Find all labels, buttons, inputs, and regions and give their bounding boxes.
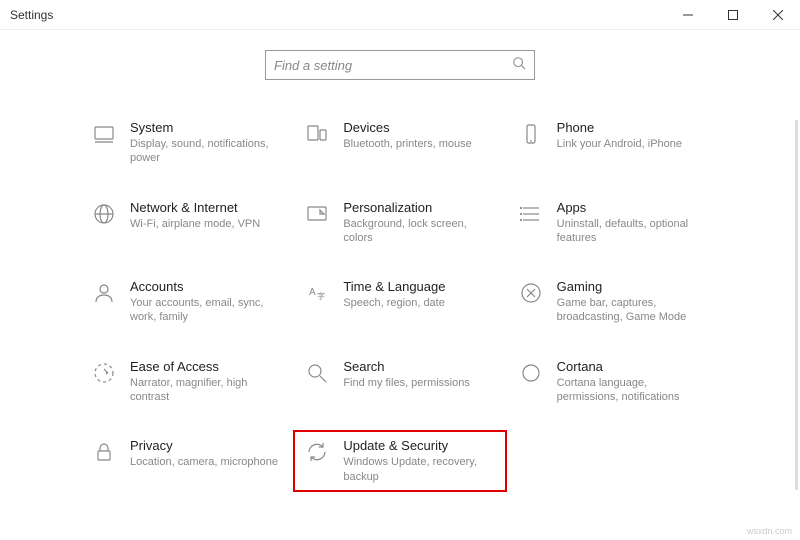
network-icon [90, 200, 118, 228]
tile-privacy[interactable]: Privacy Location, camera, microphone [90, 438, 283, 484]
tile-ease-of-access[interactable]: Ease of Access Narrator, magnifier, high… [90, 359, 283, 405]
tile-cortana[interactable]: Cortana Cortana language, permissions, n… [517, 359, 710, 405]
tile-title: Ease of Access [130, 359, 280, 374]
apps-icon [517, 200, 545, 228]
scrollbar[interactable] [795, 120, 798, 490]
privacy-icon [90, 438, 118, 466]
watermark: wsxdn.com [747, 526, 792, 536]
window-title: Settings [10, 8, 53, 22]
tile-title: Personalization [343, 200, 493, 215]
title-bar: Settings [0, 0, 800, 30]
ease-of-access-icon [90, 359, 118, 387]
tile-title: Cortana [557, 359, 707, 374]
settings-grid: System Display, sound, notifications, po… [0, 120, 800, 484]
tile-desc: Narrator, magnifier, high contrast [130, 376, 280, 405]
tile-desc: Bluetooth, printers, mouse [343, 137, 471, 151]
tile-personalization[interactable]: Personalization Background, lock screen,… [303, 200, 496, 246]
tile-desc: Cortana language, permissions, notificat… [557, 376, 707, 405]
accounts-icon [90, 279, 118, 307]
close-icon [773, 10, 783, 20]
tile-desc: Wi-Fi, airplane mode, VPN [130, 217, 260, 231]
close-button[interactable] [755, 0, 800, 30]
search-box[interactable] [265, 50, 535, 80]
tile-title: Privacy [130, 438, 278, 453]
tile-title: Accounts [130, 279, 280, 294]
tile-system[interactable]: System Display, sound, notifications, po… [90, 120, 283, 166]
tile-title: Update & Security [343, 438, 493, 453]
tile-accounts[interactable]: Accounts Your accounts, email, sync, wor… [90, 279, 283, 325]
tile-desc: Link your Android, iPhone [557, 137, 682, 151]
tile-title: Devices [343, 120, 471, 135]
phone-icon [517, 120, 545, 148]
system-icon [90, 120, 118, 148]
tile-title: Gaming [557, 279, 707, 294]
devices-icon [303, 120, 331, 148]
tile-desc: Location, camera, microphone [130, 455, 278, 469]
tile-time-language[interactable]: A字 Time & Language Speech, region, date [303, 279, 496, 325]
maximize-button[interactable] [710, 0, 755, 30]
tile-gaming[interactable]: Gaming Game bar, captures, broadcasting,… [517, 279, 710, 325]
tile-desc: Background, lock screen, colors [343, 217, 493, 246]
tile-network[interactable]: Network & Internet Wi-Fi, airplane mode,… [90, 200, 283, 246]
tile-search[interactable]: Search Find my files, permissions [303, 359, 496, 405]
update-security-icon [303, 438, 331, 466]
tile-desc: Display, sound, notifications, power [130, 137, 280, 166]
tile-desc: Find my files, permissions [343, 376, 470, 390]
tile-title: Network & Internet [130, 200, 260, 215]
tile-title: Phone [557, 120, 682, 135]
window-controls [665, 0, 800, 30]
tile-title: Search [343, 359, 470, 374]
svg-text:字: 字 [317, 291, 325, 301]
personalization-icon [303, 200, 331, 228]
search-wrap [0, 50, 800, 80]
search-input[interactable] [274, 58, 512, 73]
tile-desc: Windows Update, recovery, backup [343, 455, 493, 484]
time-language-icon: A字 [303, 279, 331, 307]
gaming-icon [517, 279, 545, 307]
tile-update-security[interactable]: Update & Security Windows Update, recove… [293, 430, 506, 492]
tile-desc: Uninstall, defaults, optional features [557, 217, 707, 246]
svg-text:A: A [309, 287, 316, 298]
content-area: System Display, sound, notifications, po… [0, 30, 800, 484]
tile-desc: Speech, region, date [343, 296, 445, 310]
tile-devices[interactable]: Devices Bluetooth, printers, mouse [303, 120, 496, 166]
cortana-icon [517, 359, 545, 387]
tile-apps[interactable]: Apps Uninstall, defaults, optional featu… [517, 200, 710, 246]
minimize-icon [683, 10, 693, 20]
minimize-button[interactable] [665, 0, 710, 30]
tile-desc: Game bar, captures, broadcasting, Game M… [557, 296, 707, 325]
search-tile-icon [303, 359, 331, 387]
tile-phone[interactable]: Phone Link your Android, iPhone [517, 120, 710, 166]
tile-title: System [130, 120, 280, 135]
maximize-icon [728, 10, 738, 20]
search-icon [512, 56, 526, 75]
tile-desc: Your accounts, email, sync, work, family [130, 296, 280, 325]
tile-title: Time & Language [343, 279, 445, 294]
tile-title: Apps [557, 200, 707, 215]
